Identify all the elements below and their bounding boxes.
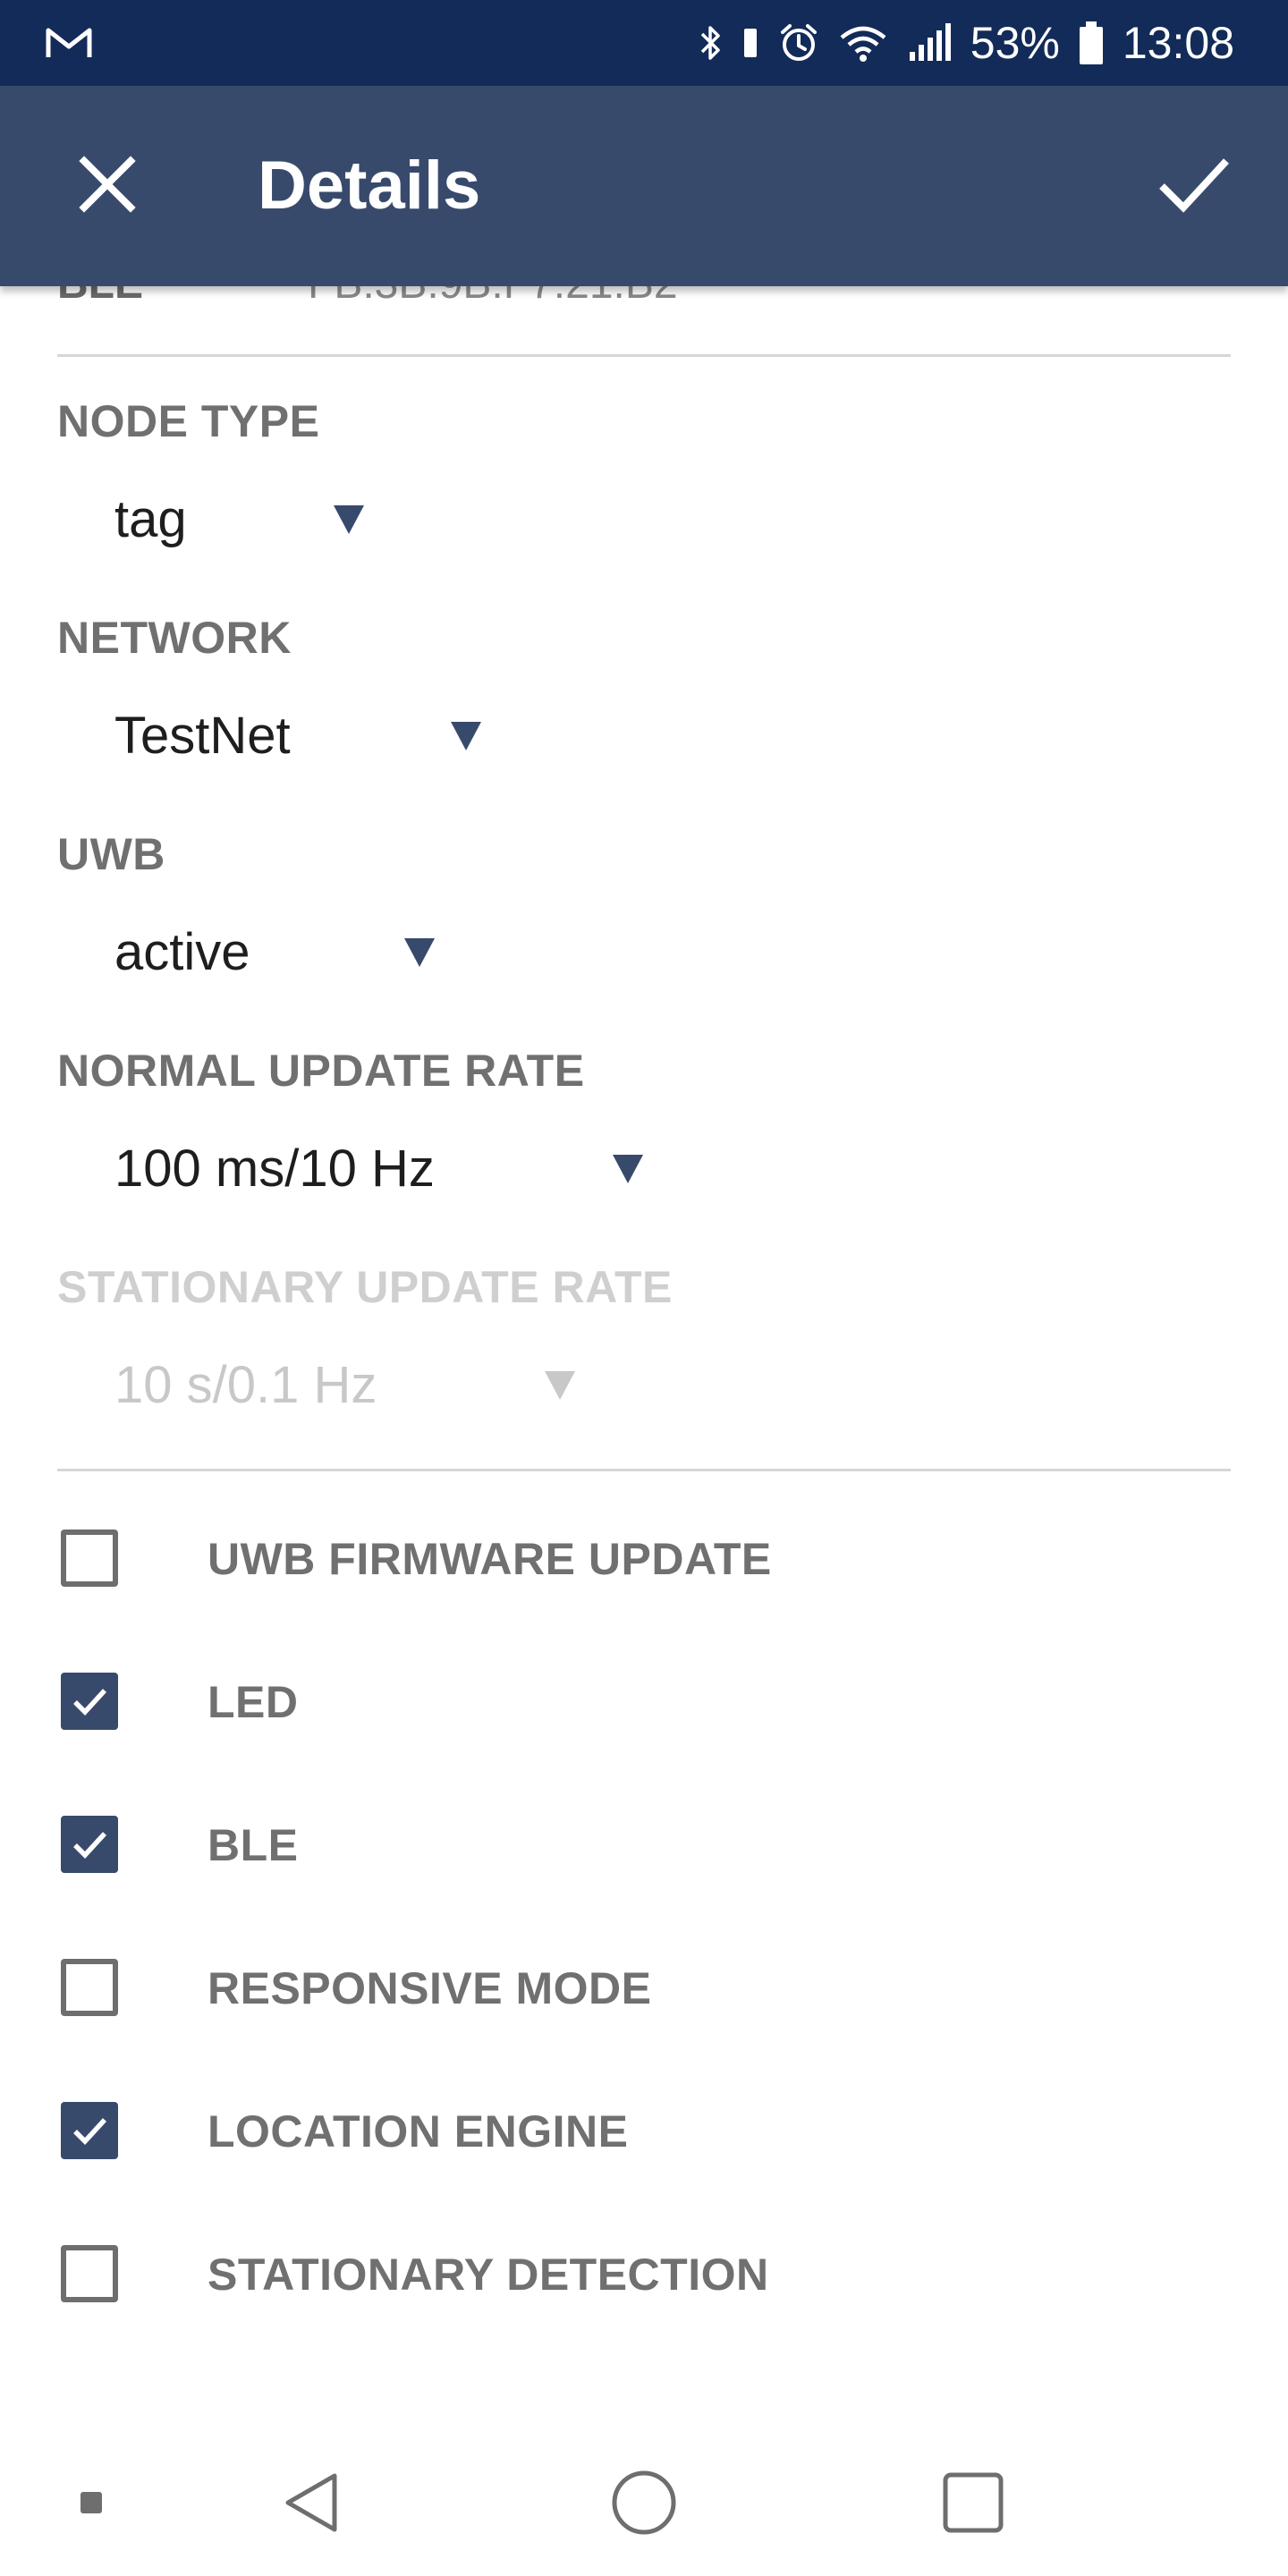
checkbox-box[interactable]: [61, 1530, 118, 1587]
node-type-value: tag: [114, 489, 187, 548]
node-type-dropdown[interactable]: tag: [114, 479, 383, 559]
back-button[interactable]: [268, 2469, 358, 2540]
details-screen: 53% 13:08 Details NODE TYPE tag NETWORK …: [0, 0, 1288, 2576]
checkbox-label: LOCATION ENGINE: [208, 2106, 629, 2157]
home-button[interactable]: [599, 2469, 689, 2540]
recents-icon: [941, 2470, 1005, 2539]
home-icon: [610, 2469, 678, 2541]
checkbox-box[interactable]: [61, 2245, 118, 2302]
network-value: TestNet: [114, 706, 291, 765]
status-bar: 53% 13:08: [0, 0, 1288, 86]
uwb-label: UWB: [57, 829, 165, 879]
signal-icon: [906, 21, 953, 64]
dropdown-arrow-icon: [404, 938, 435, 967]
checkbox-responsive-mode[interactable]: RESPONSIVE MODE: [57, 1937, 1231, 2045]
details-content: BLE FB:3B:9B:F7:21:B2 NODE TYPE tag NETW…: [0, 260, 1288, 2433]
gmail-icon: [45, 25, 93, 61]
checkbox-label: BLE: [208, 1820, 299, 1870]
uwb-value: active: [114, 922, 250, 981]
network-label: NETWORK: [57, 613, 292, 663]
app-toolbar: Details: [0, 86, 1288, 286]
alarm-icon: [777, 21, 820, 64]
status-icons: 53% 13:08: [699, 0, 1234, 86]
dropdown-arrow-icon: [334, 505, 364, 534]
checkbox-box[interactable]: [61, 1959, 118, 2016]
checkmark-icon: [73, 2118, 107, 2145]
checkbox-uwb-firmware-update[interactable]: UWB FIRMWARE UPDATE: [57, 1508, 1231, 1615]
checkbox-label: RESPONSIVE MODE: [208, 1963, 652, 2013]
save-button[interactable]: [1136, 132, 1252, 240]
normal-update-rate-label: NORMAL UPDATE RATE: [57, 1046, 585, 1096]
checkbox-ble[interactable]: BLE: [57, 1794, 1231, 1902]
dropdown-arrow-icon: [613, 1155, 643, 1183]
dropdown-arrow-icon: [545, 1371, 575, 1400]
normal-update-rate-value: 100 ms/10 Hz: [114, 1139, 435, 1198]
dropdown-arrow-icon: [451, 722, 481, 750]
recents-button[interactable]: [928, 2469, 1018, 2540]
battery-percent: 53%: [970, 18, 1060, 68]
nav-dot-button[interactable]: [47, 2469, 136, 2540]
wifi-icon: [838, 21, 888, 64]
nav-dot-icon: [79, 2490, 104, 2520]
checkbox-stationary-detection[interactable]: STATIONARY DETECTION: [57, 2224, 1231, 2331]
node-type-label: NODE TYPE: [57, 396, 320, 446]
checkbox-box[interactable]: [61, 1816, 118, 1873]
divider: [57, 1469, 1231, 1471]
checkmark-icon: [73, 1689, 107, 1716]
clock: 13:08: [1122, 18, 1234, 68]
page-title: Details: [258, 148, 481, 224]
checkmark-icon: [1158, 156, 1230, 217]
checkmark-icon: [73, 1832, 107, 1859]
stationary-update-rate-value: 10 s/0.1 Hz: [114, 1355, 377, 1414]
battery-icon: [1078, 20, 1105, 66]
divider: [57, 354, 1231, 357]
normal-update-rate-dropdown[interactable]: 100 ms/10 Hz: [114, 1128, 669, 1208]
checkbox-box[interactable]: [61, 2102, 118, 2159]
checkbox-box[interactable]: [61, 1673, 118, 1730]
close-button[interactable]: [54, 132, 161, 240]
checkbox-label: LED: [208, 1677, 299, 1727]
navigation-bar: [0, 2433, 1288, 2576]
checkbox-label: STATIONARY DETECTION: [208, 2250, 769, 2300]
bluetooth-icon: [699, 21, 724, 64]
network-dropdown[interactable]: TestNet: [114, 695, 490, 775]
checkbox-label: UWB FIRMWARE UPDATE: [208, 1534, 772, 1584]
uwb-dropdown[interactable]: active: [114, 911, 454, 992]
back-icon: [281, 2470, 345, 2539]
stationary-update-rate-label: STATIONARY UPDATE RATE: [57, 1262, 673, 1312]
checkbox-led[interactable]: LED: [57, 1651, 1231, 1758]
close-icon: [79, 155, 136, 217]
checkbox-location-engine[interactable]: LOCATION ENGINE: [57, 2080, 1231, 2188]
vibrate-icon: [741, 21, 759, 64]
stationary-update-rate-dropdown: 10 s/0.1 Hz: [114, 1344, 615, 1425]
